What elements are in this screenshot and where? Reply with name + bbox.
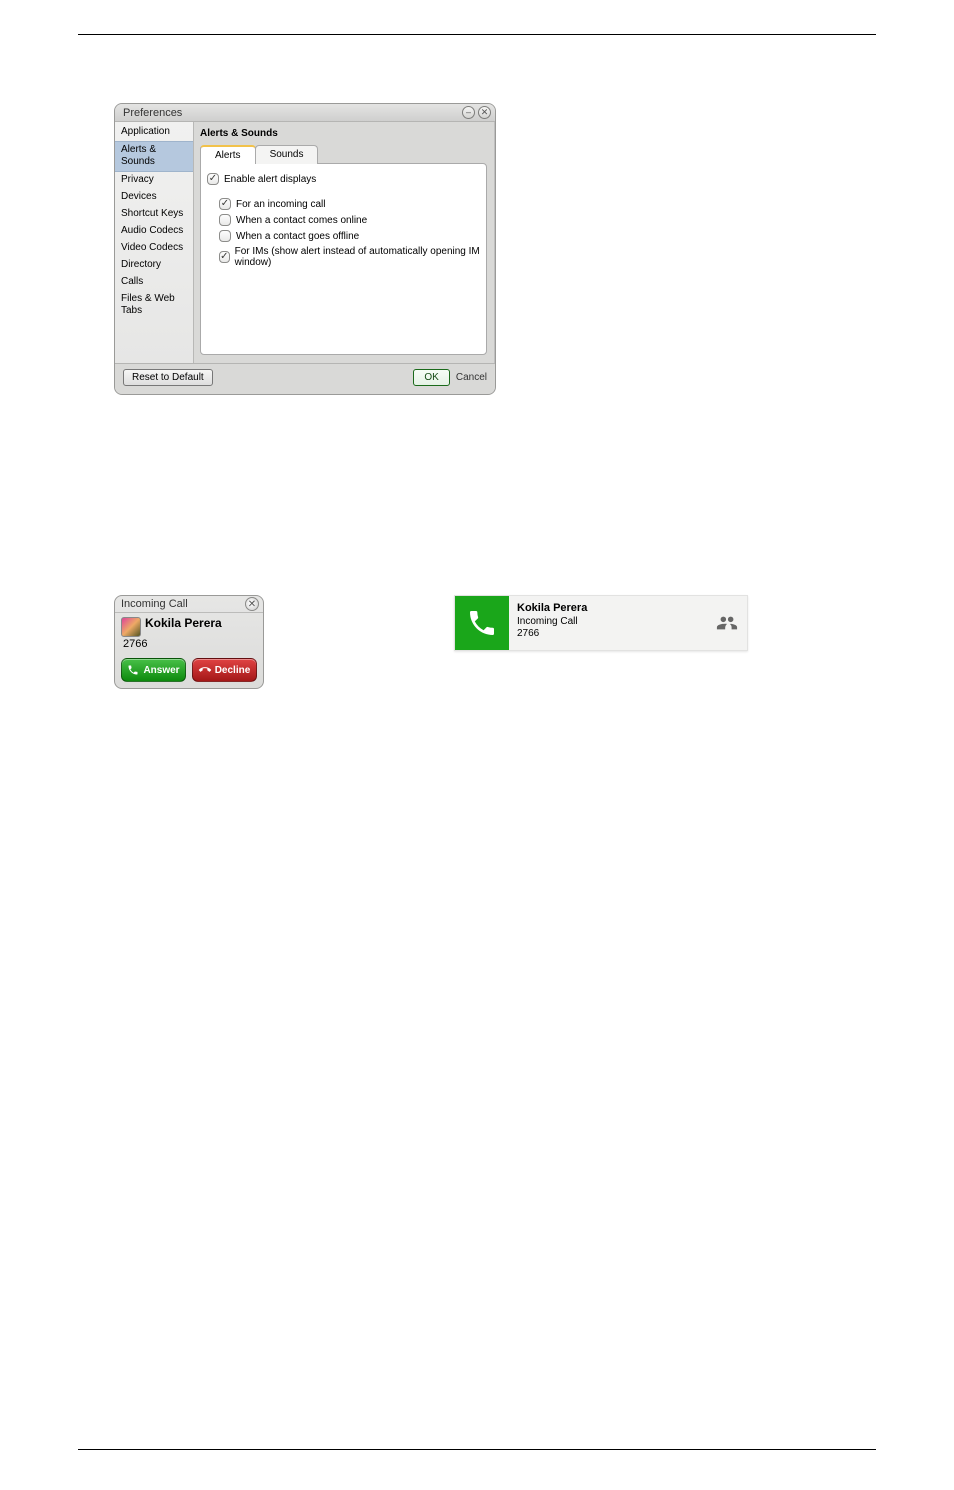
avatar <box>121 617 141 637</box>
incoming-call-alert-win: Kokila Perera Incoming Call 2766 <box>454 595 748 651</box>
decline-button[interactable]: Decline <box>192 658 257 682</box>
close-icon[interactable]: ✕ <box>245 597 259 611</box>
preferences-window: Preferences – ✕ Application Alerts & Sou… <box>114 103 496 395</box>
label-incoming-call: For an incoming call <box>236 199 325 210</box>
sidebar-item-alerts-sounds[interactable]: Alerts & Sounds <box>115 141 193 172</box>
label-contact-online: When a contact comes online <box>236 215 367 226</box>
phone-icon <box>466 607 498 639</box>
sidebar-item-application[interactable]: Application <box>115 124 193 141</box>
caller-number: 2766 <box>517 628 699 639</box>
label-ims: For IMs (show alert instead of automatic… <box>235 246 480 268</box>
content-heading: Alerts & Sounds <box>200 128 487 139</box>
people-icon[interactable] <box>716 612 738 634</box>
answer-button[interactable]: Answer <box>121 658 186 682</box>
mac-alert-title: Incoming Call <box>121 598 188 610</box>
checkbox-incoming-call[interactable] <box>219 198 231 210</box>
minimize-button[interactable]: – <box>462 106 475 119</box>
phone-icon <box>127 664 139 676</box>
label-enable-alerts: Enable alert displays <box>224 174 316 185</box>
sidebar-item-video-codecs[interactable]: Video Codecs <box>115 240 193 257</box>
sidebar-item-calls[interactable]: Calls <box>115 274 193 291</box>
decline-label: Decline <box>215 665 251 676</box>
caller-name: Kokila Perera <box>145 617 222 630</box>
cancel-button[interactable]: Cancel <box>456 372 487 383</box>
incoming-call-alert-mac: Incoming Call ✕ Kokila Perera 2766 Answe… <box>114 595 264 689</box>
checkbox-contact-online[interactable] <box>219 214 231 226</box>
sidebar-item-devices[interactable]: Devices <box>115 189 193 206</box>
tab-alerts[interactable]: Alerts <box>200 145 256 164</box>
phone-tile-icon <box>455 596 509 650</box>
checkbox-ims[interactable] <box>219 251 230 263</box>
window-title: Preferences <box>123 107 182 119</box>
call-status: Incoming Call <box>517 616 699 627</box>
tab-sounds[interactable]: Sounds <box>255 145 319 164</box>
preferences-titlebar: Preferences – ✕ <box>115 104 495 122</box>
sidebar-item-files-web-tabs[interactable]: Files & Web Tabs <box>115 291 193 320</box>
reset-to-default-button[interactable]: Reset to Default <box>123 369 213 386</box>
ok-button[interactable]: OK <box>413 369 449 386</box>
checkbox-enable-alerts[interactable] <box>207 173 219 185</box>
phone-down-icon <box>196 662 213 679</box>
answer-label: Answer <box>143 665 179 676</box>
tab-page-alerts: Enable alert displays For an incoming ca… <box>200 163 487 355</box>
top-rule <box>78 34 876 35</box>
label-contact-offline: When a contact goes offline <box>236 231 359 242</box>
caller-number: 2766 <box>123 638 257 650</box>
checkbox-contact-offline[interactable] <box>219 230 231 242</box>
caller-name: Kokila Perera <box>517 602 699 614</box>
close-button[interactable]: ✕ <box>478 106 491 119</box>
sidebar-item-directory[interactable]: Directory <box>115 257 193 274</box>
mac-alert-titlebar: Incoming Call ✕ <box>115 596 263 613</box>
preferences-sidebar: Application Alerts & Sounds Privacy Devi… <box>115 122 194 363</box>
sidebar-item-shortcut-keys[interactable]: Shortcut Keys <box>115 206 193 223</box>
sidebar-item-audio-codecs[interactable]: Audio Codecs <box>115 223 193 240</box>
sidebar-item-privacy[interactable]: Privacy <box>115 172 193 189</box>
bottom-rule <box>78 1449 876 1450</box>
